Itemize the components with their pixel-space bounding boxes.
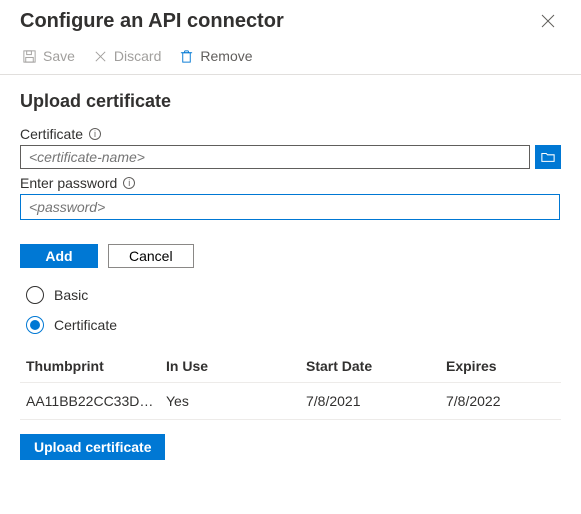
upload-certificate-button[interactable]: Upload certificate xyxy=(20,434,165,460)
close-icon xyxy=(541,14,555,28)
discard-button[interactable]: Discard xyxy=(93,48,161,64)
table-row[interactable]: AA11BB22CC33DD4… Yes 7/8/2021 7/8/2022 xyxy=(20,383,561,420)
upload-section-title: Upload certificate xyxy=(20,91,561,112)
info-icon[interactable]: i xyxy=(89,128,101,140)
cell-thumbprint: AA11BB22CC33DD4… xyxy=(26,393,166,409)
password-label-row: Enter password i xyxy=(20,175,561,191)
discard-icon xyxy=(93,49,108,64)
cancel-button[interactable]: Cancel xyxy=(108,244,194,268)
col-in-use: In Use xyxy=(166,358,306,374)
dialog-title: Configure an API connector xyxy=(20,10,284,33)
save-label: Save xyxy=(43,48,75,64)
radio-unchecked-icon xyxy=(26,286,44,304)
password-input[interactable] xyxy=(20,194,560,220)
browse-button[interactable] xyxy=(535,145,561,169)
remove-button[interactable]: Remove xyxy=(179,48,252,64)
cell-start-date: 7/8/2021 xyxy=(306,393,446,409)
cell-expires: 7/8/2022 xyxy=(446,393,555,409)
add-button[interactable]: Add xyxy=(20,244,98,268)
certificate-input[interactable] xyxy=(20,145,530,169)
password-label: Enter password xyxy=(20,175,117,191)
col-start-date: Start Date xyxy=(306,358,446,374)
table-header: Thumbprint In Use Start Date Expires xyxy=(20,350,561,383)
radio-basic[interactable]: Basic xyxy=(26,286,561,304)
radio-certificate-label: Certificate xyxy=(54,317,117,333)
info-icon[interactable]: i xyxy=(123,177,135,189)
radio-checked-icon xyxy=(26,316,44,334)
save-button[interactable]: Save xyxy=(22,48,75,64)
folder-icon xyxy=(541,151,555,163)
close-button[interactable] xyxy=(535,8,561,34)
certificate-input-row xyxy=(20,145,561,169)
certificate-label: Certificate xyxy=(20,126,83,142)
certificates-table: Thumbprint In Use Start Date Expires AA1… xyxy=(20,350,561,420)
main-panel: Upload certificate Certificate i Enter p… xyxy=(0,75,581,460)
col-expires: Expires xyxy=(446,358,555,374)
col-thumbprint: Thumbprint xyxy=(26,358,166,374)
upload-actions: Add Cancel xyxy=(20,244,561,268)
toolbar: Save Discard Remove xyxy=(0,40,581,75)
cell-in-use: Yes xyxy=(166,393,306,409)
radio-basic-label: Basic xyxy=(54,287,88,303)
discard-label: Discard xyxy=(114,48,161,64)
certificate-label-row: Certificate i xyxy=(20,126,561,142)
save-icon xyxy=(22,49,37,64)
auth-type-radio-group: Basic Certificate xyxy=(20,286,561,334)
dialog-header: Configure an API connector xyxy=(0,0,581,40)
remove-label: Remove xyxy=(200,48,252,64)
radio-certificate[interactable]: Certificate xyxy=(26,316,561,334)
trash-icon xyxy=(179,49,194,64)
